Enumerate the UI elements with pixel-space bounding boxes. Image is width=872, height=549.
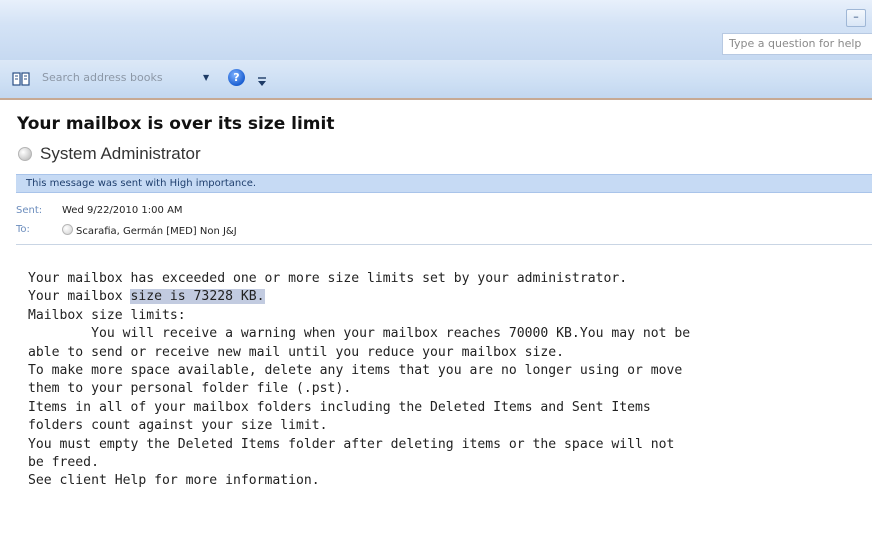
chevron-down-icon[interactable]: ▼ xyxy=(203,72,215,84)
sent-label: Sent: xyxy=(16,205,43,216)
body-line: See client Help for more information. xyxy=(28,473,320,489)
selected-text: size is 73228 KB. xyxy=(130,289,265,305)
address-book-search-input[interactable]: Search address books xyxy=(42,69,200,87)
body-line: Mailbox size limits: xyxy=(28,307,186,323)
minimize-button[interactable]: – xyxy=(846,9,866,27)
to-recipient[interactable]: Scarafia, Germán [MED] Non J&J xyxy=(62,224,237,237)
window-title-band: – Type a question for help xyxy=(0,0,872,60)
body-line: folders count against your size limit. xyxy=(28,418,328,434)
presence-status-icon xyxy=(18,147,32,161)
header-divider xyxy=(16,244,872,245)
to-label: To: xyxy=(16,224,30,235)
body-line: Your mailbox has exceeded one or more si… xyxy=(28,271,628,286)
body-line: You will receive a warning when your mai… xyxy=(28,326,691,342)
body-line: To make more space available, delete any… xyxy=(28,362,683,378)
message-subject: Your mailbox is over its size limit xyxy=(17,114,335,134)
address-book-icon[interactable] xyxy=(12,72,30,86)
toolbar: Search address books ▼ ? xyxy=(0,60,872,100)
body-line: them to your personal folder file (.pst)… xyxy=(28,381,352,397)
help-search-input[interactable]: Type a question for help xyxy=(722,33,872,55)
body-line: able to send or receive new mail until y… xyxy=(28,344,565,360)
help-icon[interactable]: ? xyxy=(228,69,245,86)
to-recipient-name: Scarafia, Germán [MED] Non J&J xyxy=(76,226,237,237)
recipient-presence-icon xyxy=(62,224,73,235)
sent-value: Wed 9/22/2010 1:00 AM xyxy=(62,205,183,216)
body-line: Your mailbox size is 73228 KB. xyxy=(28,288,868,306)
body-line: You must empty the Deleted Items folder … xyxy=(28,436,675,452)
body-line: be freed. xyxy=(28,454,99,470)
body-text: Your mailbox xyxy=(28,289,131,305)
sender-name[interactable]: System Administrator xyxy=(40,144,201,164)
importance-infobar[interactable]: This message was sent with High importan… xyxy=(16,174,872,193)
toolbar-overflow-icon[interactable] xyxy=(257,76,267,88)
body-line: Items in all of your mailbox folders inc… xyxy=(28,399,651,415)
message-body: Your mailbox has exceeded one or more si… xyxy=(28,270,868,491)
